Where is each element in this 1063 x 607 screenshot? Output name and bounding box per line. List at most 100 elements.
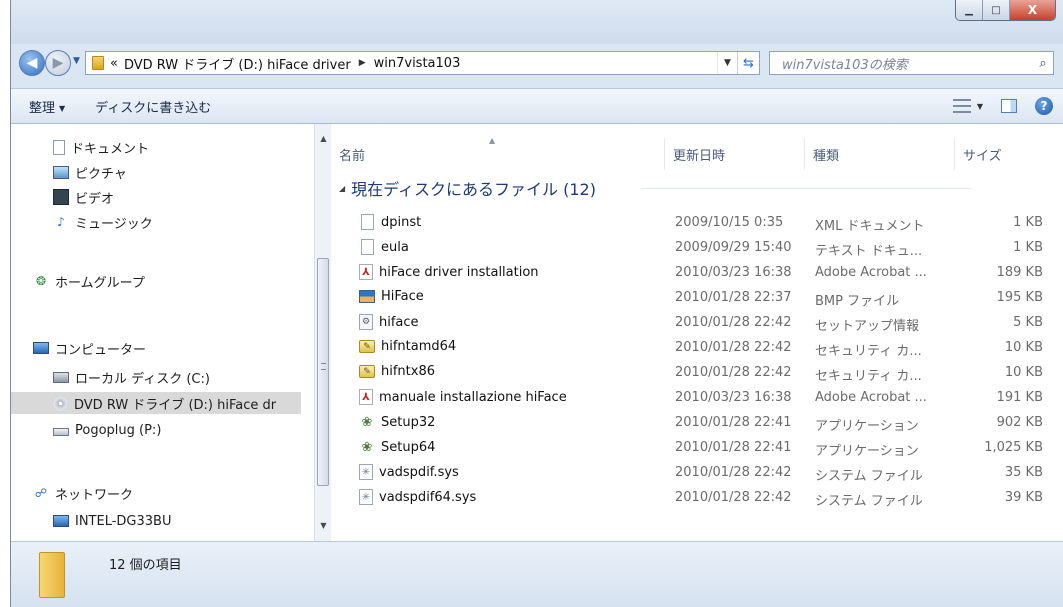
table-row[interactable]: dpinst 2009/10/15 0:35 XML ドキュメント 1 KB bbox=[331, 210, 1051, 235]
explorer-window: ▁ □ X ◀ ▶ ▼ « DVD RW ドライブ (D:) hiFace dr… bbox=[10, 0, 1063, 607]
file-date: 2010/01/28 22:37 bbox=[675, 290, 792, 305]
group-divider bbox=[641, 188, 971, 189]
scroll-up-icon[interactable]: ▲ bbox=[315, 134, 332, 150]
close-button[interactable]: X bbox=[1010, 0, 1055, 20]
table-row[interactable]: ⅄ manuale installazione hiFace 2010/03/23… bbox=[331, 385, 1051, 410]
file-size: 10 KB bbox=[1004, 340, 1043, 355]
file-name: hiface bbox=[379, 314, 419, 330]
file-type: セキュリティ カ... bbox=[815, 369, 922, 384]
file-type: テキスト ドキュ... bbox=[815, 244, 923, 259]
command-bar: 整理 ▼ ディスクに書き込む ▼ ? bbox=[11, 88, 1063, 124]
nav-item-videos[interactable]: ビデオ bbox=[11, 186, 114, 208]
nav-item-homegroup[interactable]: ❂ ホームグループ bbox=[11, 270, 145, 292]
breadcrumb-separator-icon[interactable]: ▶ bbox=[359, 58, 366, 68]
change-view-icon[interactable] bbox=[952, 99, 971, 113]
search-box[interactable]: win7vista103の検索 ⌕ bbox=[769, 51, 1054, 75]
nav-item-local-disk[interactable]: ローカル ディスク (C:) bbox=[11, 366, 210, 388]
nav-item-computer[interactable]: コンピューター bbox=[11, 337, 146, 359]
search-input[interactable]: win7vista103の検索 bbox=[782, 54, 1033, 73]
breadcrumb-overflow[interactable]: « bbox=[110, 56, 118, 71]
search-icon[interactable]: ⌕ bbox=[1033, 56, 1053, 71]
nav-item-network[interactable]: ☍ ネットワーク bbox=[11, 482, 133, 504]
pdf-file-icon: ⅄ bbox=[359, 264, 373, 280]
organize-button[interactable]: 整理 ▼ bbox=[29, 97, 65, 116]
collapse-group-icon[interactable]: ◢ bbox=[339, 184, 345, 193]
breadcrumb-drive[interactable]: DVD RW ドライブ (D:) hiFace driver bbox=[124, 54, 351, 73]
file-size: 1 KB bbox=[1013, 215, 1043, 230]
nav-item-dvd-drive[interactable]: DVD RW ドライブ (D:) hiFace dr bbox=[11, 392, 301, 414]
breadcrumb-current[interactable]: win7vista103 bbox=[374, 56, 461, 71]
nav-item-documents[interactable]: ドキュメント bbox=[11, 136, 149, 158]
file-date: 2009/10/15 0:35 bbox=[675, 215, 784, 230]
file-size: 10 KB bbox=[1004, 365, 1043, 380]
nav-item-pogoplug[interactable]: Pogoplug (P:) bbox=[11, 419, 161, 441]
nav-item-music[interactable]: ♪ ミュージック bbox=[11, 211, 153, 233]
file-date: 2010/01/28 22:41 bbox=[675, 440, 792, 455]
back-button[interactable]: ◀ bbox=[19, 50, 45, 76]
setup-info-icon: ⚙ bbox=[359, 314, 373, 330]
refresh-icon[interactable]: ⇆ bbox=[737, 52, 759, 74]
application-icon: ❀ bbox=[361, 414, 373, 430]
file-size: 5 KB bbox=[1013, 315, 1043, 330]
title-bar: ▁ □ X bbox=[11, 0, 1063, 44]
local-disk-icon bbox=[53, 371, 69, 383]
file-name: vadspdif64.sys bbox=[379, 489, 477, 505]
file-name: hiFace driver installation bbox=[379, 264, 539, 280]
file-type: システム ファイル bbox=[815, 469, 923, 484]
table-row[interactable]: ⅄ hiFace driver installation 2010/03/23 1… bbox=[331, 260, 1051, 285]
table-row[interactable]: ❀ Setup64 2010/01/28 22:41 アプリケーション 1,025… bbox=[331, 435, 1051, 460]
forward-button[interactable]: ▶ bbox=[45, 50, 71, 76]
column-label: 更新日時 bbox=[673, 148, 726, 164]
recent-pages-dropdown[interactable]: ▼ bbox=[73, 56, 80, 66]
application-icon: ❀ bbox=[361, 439, 373, 455]
table-row[interactable]: ❀ Setup32 2010/01/28 22:41 アプリケーション 902 K… bbox=[331, 410, 1051, 435]
table-row[interactable]: HiFace 2010/01/28 22:37 BMP ファイル 195 KB bbox=[331, 285, 1051, 310]
table-row[interactable]: ✎ hifntx86 2010/01/28 22:42 セキュリティ カ... 1… bbox=[331, 360, 1051, 385]
scroll-thumb[interactable] bbox=[317, 258, 329, 486]
nav-item-pictures[interactable]: ピクチャ bbox=[11, 161, 127, 183]
column-header-date[interactable]: 更新日時 bbox=[665, 138, 805, 170]
burn-to-disc-button[interactable]: ディスクに書き込む bbox=[95, 97, 211, 116]
minimize-button[interactable]: ▁ bbox=[956, 0, 983, 20]
table-row[interactable]: ✳ vadspdif.sys 2010/01/28 22:42 システム ファイル… bbox=[331, 460, 1051, 485]
preview-pane-icon[interactable] bbox=[1001, 99, 1017, 113]
file-date: 2010/01/28 22:42 bbox=[675, 490, 792, 505]
column-header-size[interactable]: サイズ bbox=[955, 138, 1043, 170]
security-catalog-icon: ✎ bbox=[359, 365, 375, 378]
file-date: 2009/09/29 15:40 bbox=[675, 240, 792, 255]
nav-item-label: ミュージック bbox=[75, 216, 153, 232]
address-history-dropdown[interactable]: ▼ bbox=[717, 52, 737, 74]
chevron-down-icon: ▼ bbox=[59, 103, 66, 113]
group-header[interactable]: ◢ 現在ディスクにあるファイル (12) bbox=[339, 176, 596, 200]
maximize-button[interactable]: □ bbox=[983, 0, 1010, 20]
file-date: 2010/03/23 16:38 bbox=[675, 390, 792, 405]
nav-item-intel-pc[interactable]: INTEL-DG33BU bbox=[11, 510, 171, 532]
address-bar[interactable]: « DVD RW ドライブ (D:) hiFace driver ▶ win7v… bbox=[85, 51, 760, 75]
table-row[interactable]: ✎ hifntamd64 2010/01/28 22:42 セキュリティ カ...… bbox=[331, 335, 1051, 360]
file-list: 名前 ▲ 更新日時 種類 サイズ ◢ 現在ディスクにあるファイル (12) dp… bbox=[331, 124, 1063, 541]
nav-item-label: INTEL-DG33BU bbox=[75, 513, 172, 529]
file-date: 2010/01/28 22:42 bbox=[675, 315, 792, 330]
column-label: サイズ bbox=[963, 148, 1002, 164]
system-file-icon: ✳ bbox=[359, 489, 373, 505]
navigation-scrollbar[interactable]: ▲ ▼ bbox=[314, 124, 331, 541]
view-options-dropdown[interactable]: ▼ bbox=[977, 102, 983, 111]
column-header-type[interactable]: 種類 bbox=[805, 138, 955, 170]
column-header-name[interactable]: 名前 bbox=[331, 138, 665, 170]
table-row[interactable]: ⚙ hiface 2010/01/28 22:42 セットアップ情報 5 KB bbox=[331, 310, 1051, 335]
scroll-down-icon[interactable]: ▼ bbox=[315, 521, 332, 537]
column-label: 名前 bbox=[339, 148, 366, 164]
xml-file-icon bbox=[361, 214, 374, 230]
table-row[interactable]: ✳ vadspdif64.sys 2010/01/28 22:42 システム ファ… bbox=[331, 485, 1051, 510]
nav-item-label: コンピューター bbox=[55, 342, 147, 358]
homegroup-icon: ❂ bbox=[35, 274, 47, 288]
group-title: 現在ディスクにあるファイル (12) bbox=[351, 180, 596, 199]
file-type: BMP ファイル bbox=[815, 294, 900, 309]
file-size: 189 KB bbox=[996, 265, 1043, 280]
table-row[interactable]: eula 2009/09/29 15:40 テキスト ドキュ... 1 KB bbox=[331, 235, 1051, 260]
file-date: 2010/01/28 22:42 bbox=[675, 340, 792, 355]
file-type: Adobe Acrobat ... bbox=[815, 390, 927, 405]
document-icon bbox=[53, 139, 65, 155]
file-name: vadspdif.sys bbox=[379, 464, 459, 480]
help-icon[interactable]: ? bbox=[1035, 97, 1053, 115]
